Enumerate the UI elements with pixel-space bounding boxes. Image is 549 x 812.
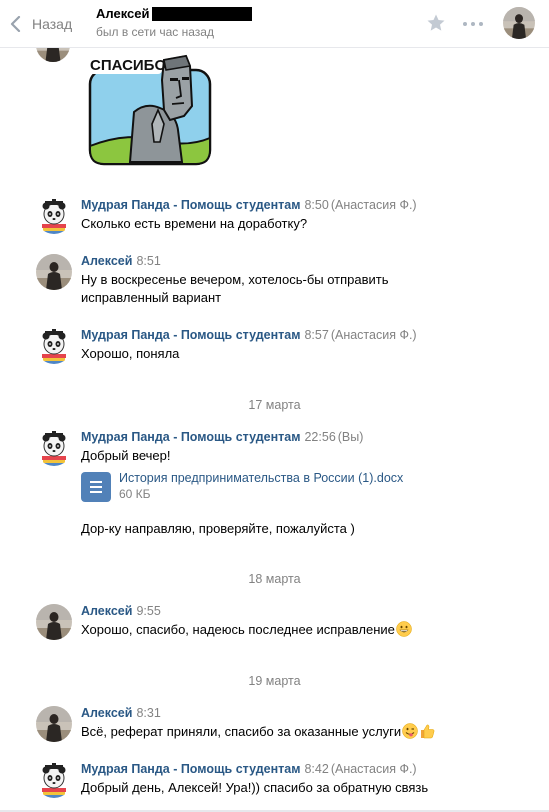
redaction-bar bbox=[151, 6, 252, 21]
back-button[interactable]: Назад bbox=[10, 12, 72, 36]
date-separator: 18 марта bbox=[248, 572, 301, 586]
sticker-thanks[interactable]: СПАСИБО bbox=[86, 50, 214, 168]
message-header: Мудрая Панда - Помощь студентам 8:42 (Анас… bbox=[81, 762, 417, 776]
message-header: Алексей 8:31 bbox=[81, 706, 161, 720]
message-time[interactable]: 8:57 bbox=[304, 328, 328, 342]
back-label: Назад bbox=[32, 16, 73, 32]
message-text: Хорошо, спасибо, надеюсь последнее испра… bbox=[81, 621, 481, 639]
thumbs-up-icon bbox=[421, 724, 435, 739]
message-sender-note: (Вы) bbox=[337, 430, 364, 444]
message-text: Ну в воскресенье вечером, хотелось-бы от… bbox=[81, 271, 481, 307]
message-header: Мудрая Панда - Помощь студентам 8:57 (Анас… bbox=[81, 328, 417, 342]
file-size: 60 КБ bbox=[119, 487, 151, 501]
message-header: Мудрая Панда - Помощь студентам 8:50 (Анас… bbox=[81, 198, 417, 212]
avatar[interactable] bbox=[36, 762, 72, 798]
message-text-line: Ну в воскресенье вечером, хотелось-бы от… bbox=[81, 272, 389, 287]
message-author[interactable]: Алексей bbox=[81, 254, 132, 268]
message-text: Добрый вечер! bbox=[81, 448, 171, 463]
contact-info[interactable]: Алексей был в сети час назад bbox=[96, 6, 252, 39]
message-author[interactable]: Мудрая Панда - Помощь студентам bbox=[81, 328, 300, 342]
message-text-content: Всё, реферат приняли, спасибо за оказанн… bbox=[81, 724, 402, 739]
avatar[interactable] bbox=[36, 430, 72, 466]
message-text: Сколько есть времени на доработку? bbox=[81, 216, 308, 231]
chat-header: Назад Алексей был в сети час назад bbox=[0, 0, 549, 48]
grinning-face-icon bbox=[396, 621, 412, 637]
contact-status: был в сети час назад bbox=[96, 25, 214, 39]
winking-tongue-face-icon bbox=[402, 723, 418, 739]
avatar[interactable] bbox=[36, 328, 72, 364]
contact-name[interactable]: Алексей bbox=[96, 6, 252, 21]
message-text: Добрый день, Алексей! Ура!)) спасибо за … bbox=[81, 780, 429, 795]
message-time[interactable]: 8:50 bbox=[304, 198, 328, 212]
star-icon[interactable] bbox=[426, 13, 446, 33]
message-text: Всё, реферат приняли, спасибо за оказанн… bbox=[81, 723, 481, 741]
message-text-content: Хорошо, спасибо, надеюсь последнее испра… bbox=[81, 622, 395, 637]
message-text-line: исправленный вариант bbox=[81, 290, 222, 305]
message-sender-note: (Анастасия Ф.) bbox=[330, 762, 417, 776]
message-sender-note: (Анастасия Ф.) bbox=[330, 198, 417, 212]
file-name-link[interactable]: История предпринимательства в России (1)… bbox=[119, 471, 403, 485]
message-author[interactable]: Алексей bbox=[81, 604, 132, 618]
message-header: Мудрая Панда - Помощь студентам 22:56 (Вы) bbox=[81, 430, 363, 444]
message-time[interactable]: 8:31 bbox=[136, 706, 160, 720]
message-time[interactable]: 22:56 bbox=[304, 430, 335, 444]
avatar[interactable] bbox=[36, 254, 72, 290]
message-author[interactable]: Мудрая Панда - Помощь студентам bbox=[81, 198, 300, 212]
message-header: Алексей 8:51 bbox=[81, 254, 161, 268]
message-time[interactable]: 9:55 bbox=[136, 604, 160, 618]
avatar[interactable] bbox=[36, 198, 72, 234]
date-separator: 17 марта bbox=[248, 398, 301, 412]
sticker-caption: СПАСИБО bbox=[90, 57, 166, 74]
message-author[interactable]: Мудрая Панда - Помощь студентам bbox=[81, 430, 300, 444]
avatar[interactable] bbox=[36, 604, 72, 640]
message-author[interactable]: Алексей bbox=[81, 706, 132, 720]
message-time[interactable]: 8:51 bbox=[136, 254, 160, 268]
chevron-left-icon bbox=[10, 16, 21, 32]
date-separator: 19 марта bbox=[248, 674, 301, 688]
avatar[interactable] bbox=[36, 706, 72, 742]
more-dots-icon[interactable] bbox=[463, 14, 483, 34]
message-author[interactable]: Мудрая Панда - Помощь студентам bbox=[81, 762, 300, 776]
message-header: Алексей 9:55 bbox=[81, 604, 161, 618]
message-text: Дор-ку направляю, проверяйте, пожалуйста… bbox=[81, 521, 355, 536]
message-text: Хорошо, поняла bbox=[81, 346, 180, 361]
contact-name-text: Алексей bbox=[96, 6, 150, 21]
message-sender-note: (Анастасия Ф.) bbox=[330, 328, 417, 342]
message-time[interactable]: 8:42 bbox=[304, 762, 328, 776]
header-avatar[interactable] bbox=[503, 7, 535, 39]
document-icon[interactable] bbox=[81, 472, 111, 502]
